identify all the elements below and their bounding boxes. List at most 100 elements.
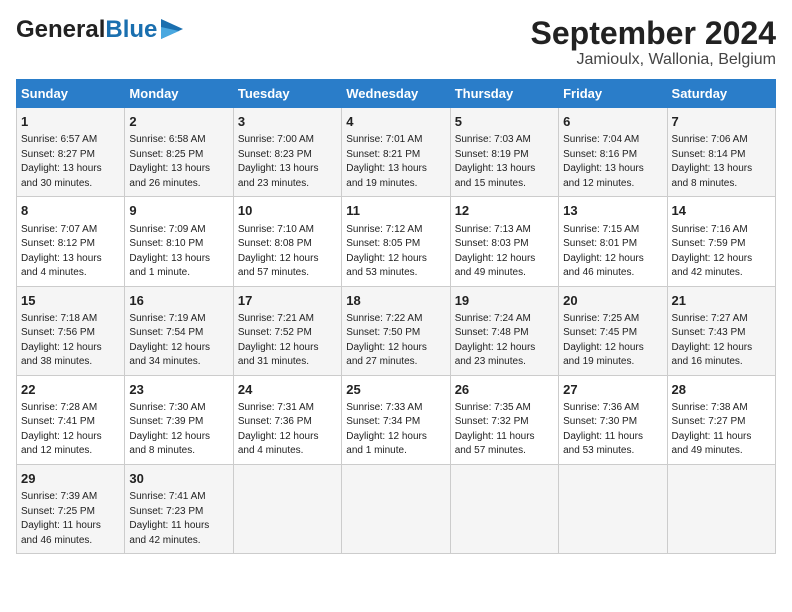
cell-content: Sunrise: 7:28 AMSunset: 7:41 PMDaylight:… bbox=[21, 401, 120, 459]
cell-line: Sunrise: 7:06 AM bbox=[672, 133, 771, 148]
cell-line: Daylight: 11 hours bbox=[129, 519, 228, 534]
cell-line: and 53 minutes. bbox=[563, 444, 662, 459]
cell-line: Sunset: 7:48 PM bbox=[455, 326, 554, 341]
cell-line: Sunset: 8:19 PM bbox=[455, 148, 554, 163]
cell-line: Daylight: 11 hours bbox=[455, 430, 554, 445]
cell-content: Sunrise: 7:09 AMSunset: 8:10 PMDaylight:… bbox=[129, 223, 228, 281]
day-number: 23 bbox=[129, 381, 228, 399]
cell-line: Daylight: 12 hours bbox=[346, 341, 445, 356]
calendar-cell: 20Sunrise: 7:25 AMSunset: 7:45 PMDayligh… bbox=[559, 286, 667, 375]
cell-line: Sunset: 8:01 PM bbox=[563, 237, 662, 252]
cell-line: and 1 minute. bbox=[346, 444, 445, 459]
cell-line: Sunset: 8:21 PM bbox=[346, 148, 445, 163]
cell-content: Sunrise: 7:04 AMSunset: 8:16 PMDaylight:… bbox=[563, 133, 662, 191]
cell-content: Sunrise: 7:36 AMSunset: 7:30 PMDaylight:… bbox=[563, 401, 662, 459]
calendar-cell: 19Sunrise: 7:24 AMSunset: 7:48 PMDayligh… bbox=[450, 286, 558, 375]
header-day-friday: Friday bbox=[559, 80, 667, 108]
cell-line: Sunrise: 7:35 AM bbox=[455, 401, 554, 416]
cell-line: Daylight: 12 hours bbox=[563, 252, 662, 267]
cell-line: and 16 minutes. bbox=[672, 355, 771, 370]
day-number: 12 bbox=[455, 202, 554, 220]
cell-line: Sunrise: 7:38 AM bbox=[672, 401, 771, 416]
calendar-cell: 2Sunrise: 6:58 AMSunset: 8:25 PMDaylight… bbox=[125, 108, 233, 197]
calendar-title: September 2024 bbox=[531, 16, 776, 51]
day-number: 1 bbox=[21, 113, 120, 131]
cell-line: Sunset: 8:27 PM bbox=[21, 148, 120, 163]
day-number: 17 bbox=[238, 292, 337, 310]
logo-triangle-icon bbox=[161, 19, 183, 39]
header-day-thursday: Thursday bbox=[450, 80, 558, 108]
cell-line: Sunset: 8:05 PM bbox=[346, 237, 445, 252]
header: GeneralBlue September 2024 Jamioulx, Wal… bbox=[16, 16, 776, 69]
cell-line: Sunrise: 7:01 AM bbox=[346, 133, 445, 148]
cell-line: Sunset: 8:14 PM bbox=[672, 148, 771, 163]
cell-content: Sunrise: 7:21 AMSunset: 7:52 PMDaylight:… bbox=[238, 312, 337, 370]
cell-content: Sunrise: 7:27 AMSunset: 7:43 PMDaylight:… bbox=[672, 312, 771, 370]
day-number: 26 bbox=[455, 381, 554, 399]
cell-line: and 26 minutes. bbox=[129, 177, 228, 192]
header-day-monday: Monday bbox=[125, 80, 233, 108]
cell-content: Sunrise: 7:41 AMSunset: 7:23 PMDaylight:… bbox=[129, 490, 228, 548]
calendar-cell: 9Sunrise: 7:09 AMSunset: 8:10 PMDaylight… bbox=[125, 197, 233, 286]
calendar-table: SundayMondayTuesdayWednesdayThursdayFrid… bbox=[16, 79, 776, 554]
logo-image: GeneralBlue bbox=[16, 16, 183, 44]
cell-content: Sunrise: 7:22 AMSunset: 7:50 PMDaylight:… bbox=[346, 312, 445, 370]
cell-content: Sunrise: 7:01 AMSunset: 8:21 PMDaylight:… bbox=[346, 133, 445, 191]
cell-line: Sunrise: 7:24 AM bbox=[455, 312, 554, 327]
cell-line: Daylight: 12 hours bbox=[563, 341, 662, 356]
cell-line: Daylight: 13 hours bbox=[21, 162, 120, 177]
week-row-4: 22Sunrise: 7:28 AMSunset: 7:41 PMDayligh… bbox=[17, 375, 776, 464]
cell-line: Daylight: 12 hours bbox=[672, 341, 771, 356]
cell-content: Sunrise: 7:12 AMSunset: 8:05 PMDaylight:… bbox=[346, 223, 445, 281]
cell-line: Sunset: 7:27 PM bbox=[672, 415, 771, 430]
cell-line: Sunrise: 7:04 AM bbox=[563, 133, 662, 148]
cell-line: and 31 minutes. bbox=[238, 355, 337, 370]
calendar-cell: 24Sunrise: 7:31 AMSunset: 7:36 PMDayligh… bbox=[233, 375, 341, 464]
cell-line: and 19 minutes. bbox=[563, 355, 662, 370]
header-row: SundayMondayTuesdayWednesdayThursdayFrid… bbox=[17, 80, 776, 108]
cell-content: Sunrise: 7:07 AMSunset: 8:12 PMDaylight:… bbox=[21, 223, 120, 281]
calendar-cell: 11Sunrise: 7:12 AMSunset: 8:05 PMDayligh… bbox=[342, 197, 450, 286]
cell-line: Daylight: 12 hours bbox=[346, 252, 445, 267]
cell-line: Sunset: 7:43 PM bbox=[672, 326, 771, 341]
day-number: 29 bbox=[21, 470, 120, 488]
cell-line: and 1 minute. bbox=[129, 266, 228, 281]
header-day-saturday: Saturday bbox=[667, 80, 775, 108]
calendar-cell bbox=[342, 464, 450, 553]
cell-line: Daylight: 13 hours bbox=[21, 252, 120, 267]
calendar-cell bbox=[450, 464, 558, 553]
calendar-cell: 28Sunrise: 7:38 AMSunset: 7:27 PMDayligh… bbox=[667, 375, 775, 464]
week-row-3: 15Sunrise: 7:18 AMSunset: 7:56 PMDayligh… bbox=[17, 286, 776, 375]
cell-line: Sunrise: 7:10 AM bbox=[238, 223, 337, 238]
cell-line: Daylight: 12 hours bbox=[455, 341, 554, 356]
cell-line: Daylight: 12 hours bbox=[238, 341, 337, 356]
calendar-cell: 3Sunrise: 7:00 AMSunset: 8:23 PMDaylight… bbox=[233, 108, 341, 197]
cell-line: Sunset: 7:41 PM bbox=[21, 415, 120, 430]
calendar-cell: 6Sunrise: 7:04 AMSunset: 8:16 PMDaylight… bbox=[559, 108, 667, 197]
cell-line: Daylight: 13 hours bbox=[346, 162, 445, 177]
cell-line: Sunrise: 7:18 AM bbox=[21, 312, 120, 327]
cell-line: and 12 minutes. bbox=[563, 177, 662, 192]
cell-content: Sunrise: 6:57 AMSunset: 8:27 PMDaylight:… bbox=[21, 133, 120, 191]
cell-line: and 12 minutes. bbox=[21, 444, 120, 459]
cell-line: Sunrise: 7:41 AM bbox=[129, 490, 228, 505]
cell-line: Sunset: 7:56 PM bbox=[21, 326, 120, 341]
cell-content: Sunrise: 7:10 AMSunset: 8:08 PMDaylight:… bbox=[238, 223, 337, 281]
cell-line: Sunset: 8:25 PM bbox=[129, 148, 228, 163]
cell-line: Sunset: 7:32 PM bbox=[455, 415, 554, 430]
cell-line: Sunrise: 7:31 AM bbox=[238, 401, 337, 416]
cell-line: Sunrise: 7:00 AM bbox=[238, 133, 337, 148]
cell-line: Daylight: 13 hours bbox=[238, 162, 337, 177]
cell-line: Sunrise: 7:27 AM bbox=[672, 312, 771, 327]
cell-line: and 46 minutes. bbox=[21, 534, 120, 549]
day-number: 4 bbox=[346, 113, 445, 131]
cell-content: Sunrise: 7:19 AMSunset: 7:54 PMDaylight:… bbox=[129, 312, 228, 370]
cell-content: Sunrise: 7:03 AMSunset: 8:19 PMDaylight:… bbox=[455, 133, 554, 191]
calendar-cell bbox=[559, 464, 667, 553]
calendar-cell bbox=[233, 464, 341, 553]
cell-line: Sunrise: 6:58 AM bbox=[129, 133, 228, 148]
header-day-wednesday: Wednesday bbox=[342, 80, 450, 108]
cell-line: and 38 minutes. bbox=[21, 355, 120, 370]
cell-line: and 30 minutes. bbox=[21, 177, 120, 192]
cell-line: Sunrise: 6:57 AM bbox=[21, 133, 120, 148]
